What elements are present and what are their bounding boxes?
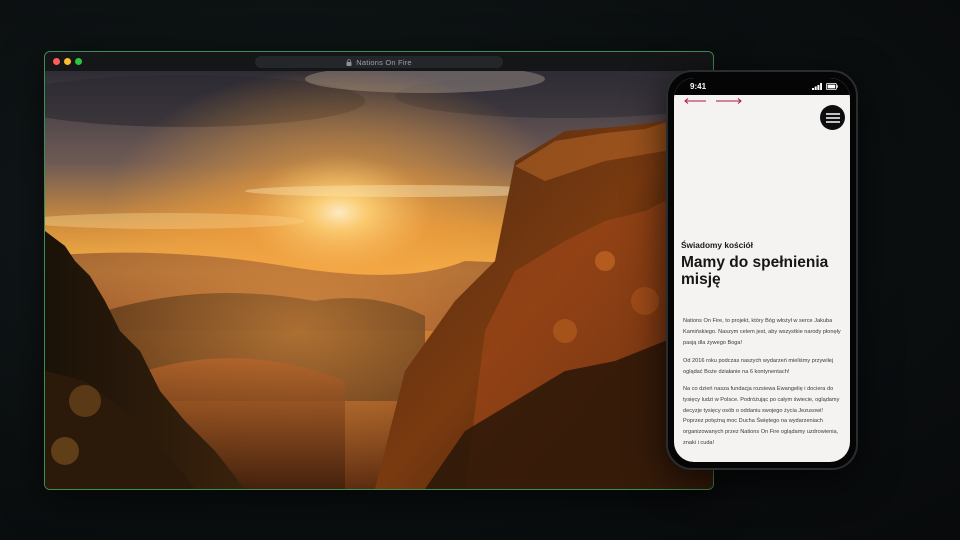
lock-icon: [346, 58, 352, 66]
maximize-window-button[interactable]: [75, 58, 82, 65]
body-paragraph: Nations On Fire, to projekt, który Bóg w…: [683, 318, 841, 346]
browser-titlebar: Nations On Fire: [45, 52, 713, 71]
body-paragraph: Od 2016 roku podczas naszych wydarzeń mi…: [683, 358, 834, 375]
arrow-left-icon[interactable]: [684, 98, 706, 104]
menu-button[interactable]: [820, 105, 845, 130]
address-bar[interactable]: Nations On Fire: [255, 56, 503, 68]
browser-window: Nations On Fire: [44, 51, 714, 490]
section-heading: Mamy do spełnienia misję: [681, 254, 829, 288]
hero-image: [45, 71, 713, 489]
close-window-button[interactable]: [53, 58, 60, 65]
minimize-window-button[interactable]: [64, 58, 71, 65]
phone-mockup: 9:41 Świadomy kościół Mamy do spełnienia…: [666, 70, 858, 470]
hamburger-menu-icon: [825, 112, 840, 123]
signal-icon: [812, 83, 822, 90]
phone-screen: 9:41 Świadomy kościół Mamy do spełnienia…: [674, 78, 850, 462]
status-time: 9:41: [690, 82, 707, 91]
address-bar-text: Nations On Fire: [356, 57, 412, 67]
arrow-right-icon[interactable]: [716, 98, 742, 104]
battery-icon: [826, 83, 838, 90]
phone-status-bar: 9:41: [674, 78, 850, 95]
section-kicker: Świadomy kościół: [681, 240, 753, 250]
body-paragraph: Na co dzień nasza fundacja rozsiewa Ewan…: [683, 386, 840, 446]
